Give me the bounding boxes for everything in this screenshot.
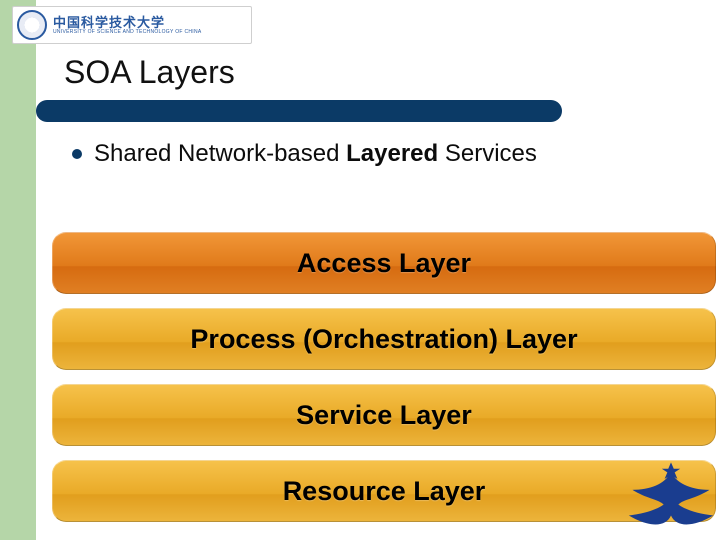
eagle-watermark-icon: [616, 462, 720, 536]
layer-service: Service Layer: [52, 384, 716, 446]
university-name-en: UNIVERSITY OF SCIENCE AND TECHNOLOGY OF …: [53, 30, 202, 35]
bullet-item: Shared Network-based Layered Services: [72, 140, 537, 168]
university-name-cn: 中国科学技术大学: [53, 16, 202, 29]
slide-title: SOA Layers: [64, 54, 235, 91]
layer-process: Process (Orchestration) Layer: [52, 308, 716, 370]
bullet-text-suffix: Services: [438, 140, 537, 167]
bullet-dot-icon: [72, 149, 82, 159]
title-underline-bar: [36, 100, 562, 122]
university-seal-icon: [17, 10, 47, 40]
university-logo-card: 中国科学技术大学 UNIVERSITY OF SCIENCE AND TECHN…: [12, 6, 252, 44]
bullet-text: Shared Network-based Layered Services: [94, 140, 537, 168]
bullet-text-bold: Layered: [346, 140, 438, 167]
bullet-text-prefix: Shared Network-based: [94, 140, 346, 167]
left-accent-stripe: [0, 0, 36, 540]
university-name: 中国科学技术大学 UNIVERSITY OF SCIENCE AND TECHN…: [53, 16, 202, 35]
layer-access: Access Layer: [52, 232, 716, 294]
